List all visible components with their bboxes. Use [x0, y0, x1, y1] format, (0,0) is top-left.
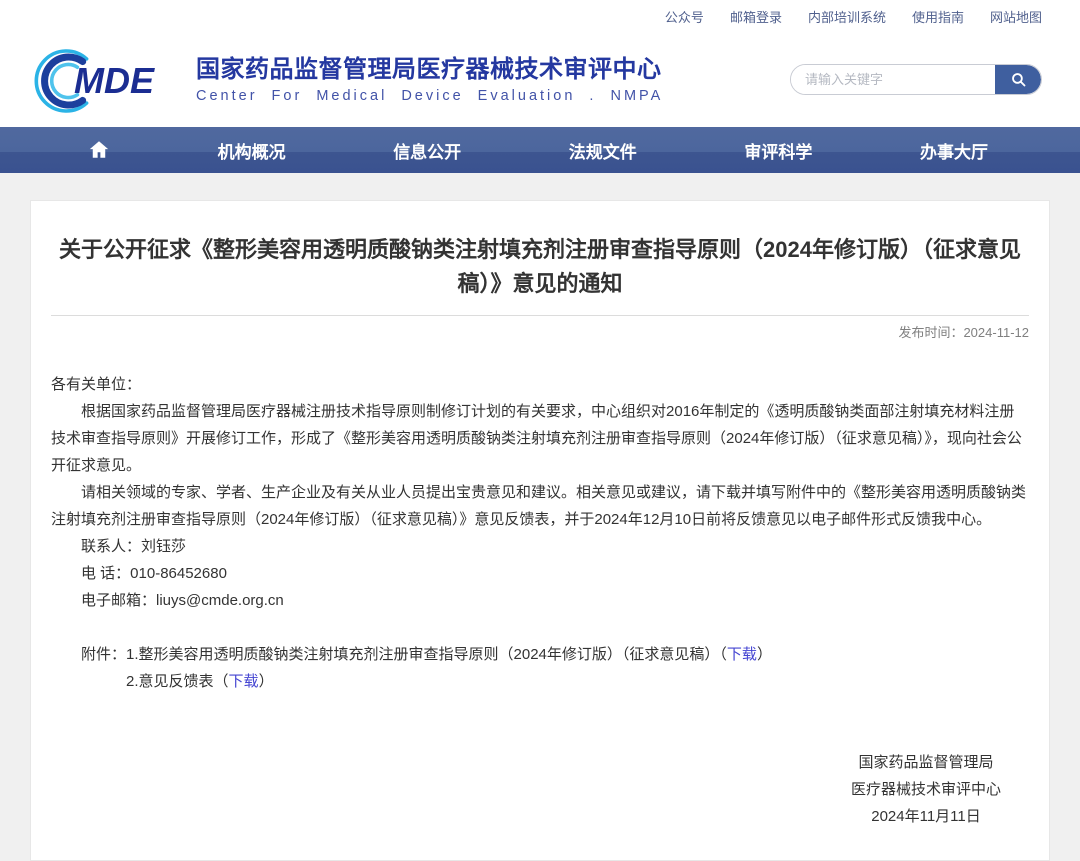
home-icon	[88, 139, 110, 161]
article-panel: 关于公开征求《整形美容用透明质酸钠类注射填充剂注册审查指导原则（2024年修订版…	[30, 200, 1050, 861]
svg-text:MDE: MDE	[74, 60, 155, 101]
paragraph-2: 请相关领域的专家、学者、生产企业及有关从业人员提出宝贵意见和建议。相关意见或建议…	[51, 479, 1029, 533]
signature-org-2: 医疗器械技术审评中心	[851, 776, 1001, 803]
nav-item-regulations[interactable]: 法规文件	[569, 138, 637, 163]
attachment-1-download-link[interactable]: 下载	[727, 646, 757, 663]
site-search	[790, 64, 1042, 95]
nav-home[interactable]	[88, 139, 110, 161]
nav-item-review-science[interactable]: 审评科学	[744, 138, 812, 163]
site-header: MDE 国家药品监督管理局医疗器械技术审评中心 Center For Medic…	[0, 32, 1080, 127]
nav-item-info-disclosure[interactable]: 信息公开	[393, 138, 461, 163]
paren-open: （	[214, 673, 229, 690]
nav-item-service-hall[interactable]: 办事大厅	[920, 138, 988, 163]
signature-org-1: 国家药品监督管理局	[851, 749, 1001, 776]
paragraph-1: 根据国家药品监督管理局医疗器械注册技术指导原则制修订计划的有关要求，中心组织对2…	[51, 398, 1029, 479]
attachments-section: 附件： 1.整形美容用透明质酸钠类注射填充剂注册审查指导原则（2024年修订版）…	[51, 641, 1029, 695]
signature-block: 国家药品监督管理局 医疗器械技术审评中心 2024年11月11日	[851, 749, 1001, 830]
attachment-2-download-link[interactable]: 下载	[229, 673, 259, 690]
article-body: 各有关单位： 根据国家药品监督管理局医疗器械注册技术指导原则制修订计划的有关要求…	[51, 371, 1029, 830]
search-icon	[1010, 71, 1027, 88]
link-sitemap[interactable]: 网站地图	[990, 7, 1042, 26]
contact-email: 电子邮箱：liuys@cmde.org.cn	[51, 587, 1029, 614]
link-user-guide[interactable]: 使用指南	[912, 7, 964, 26]
attachment-2-name: 2.意见反馈表	[126, 673, 214, 690]
page-body: 关于公开征求《整形美容用透明质酸钠类注射填充剂注册审查指导原则（2024年修订版…	[0, 173, 1080, 861]
signature-date: 2024年11月11日	[851, 803, 1001, 830]
attachments-label: 附件：	[81, 641, 126, 695]
org-name-block: 国家药品监督管理局医疗器械技术审评中心 Center For Medical D…	[196, 55, 663, 104]
contact-person: 联系人：刘钰莎	[51, 533, 1029, 560]
attachment-item-1: 1.整形美容用透明质酸钠类注射填充剂注册审查指导原则（2024年修订版）（征求意…	[126, 641, 772, 668]
paren-close: ）	[757, 646, 772, 663]
attachment-1-name: 1.整形美容用透明质酸钠类注射填充剂注册审查指导原则（2024年修订版）（征求意…	[126, 646, 719, 663]
link-mail-login[interactable]: 邮箱登录	[730, 7, 782, 26]
link-internal-training[interactable]: 内部培训系统	[808, 7, 886, 26]
paren-open: （	[719, 646, 727, 663]
link-official-account[interactable]: 公众号	[665, 7, 704, 26]
attachment-item-2: 2.意见反馈表（下载）	[126, 668, 772, 695]
title-divider	[51, 315, 1029, 316]
org-name-en: Center For Medical Device Evaluation . N…	[196, 88, 663, 104]
publish-time: 发布时间：2024-11-12	[51, 322, 1029, 341]
search-input[interactable]	[791, 65, 995, 94]
search-button[interactable]	[995, 65, 1041, 94]
utility-bar: 公众号 邮箱登录 内部培训系统 使用指南 网站地图	[0, 0, 1080, 32]
paren-close: ）	[259, 673, 274, 690]
org-name-cn: 国家药品监督管理局医疗器械技术审评中心	[196, 55, 663, 85]
main-nav: 机构概况 信息公开 法规文件 审评科学 办事大厅	[0, 127, 1080, 173]
nav-item-about[interactable]: 机构概况	[218, 138, 286, 163]
salutation: 各有关单位：	[51, 371, 1029, 398]
site-logo[interactable]: MDE 国家药品监督管理局医疗器械技术审评中心 Center For Medic…	[28, 44, 663, 116]
contact-phone: 电 话：010-86452680	[51, 560, 1029, 587]
article-title: 关于公开征求《整形美容用透明质酸钠类注射填充剂注册审查指导原则（2024年修订版…	[58, 233, 1023, 301]
cmde-logo-icon: MDE	[28, 44, 186, 116]
